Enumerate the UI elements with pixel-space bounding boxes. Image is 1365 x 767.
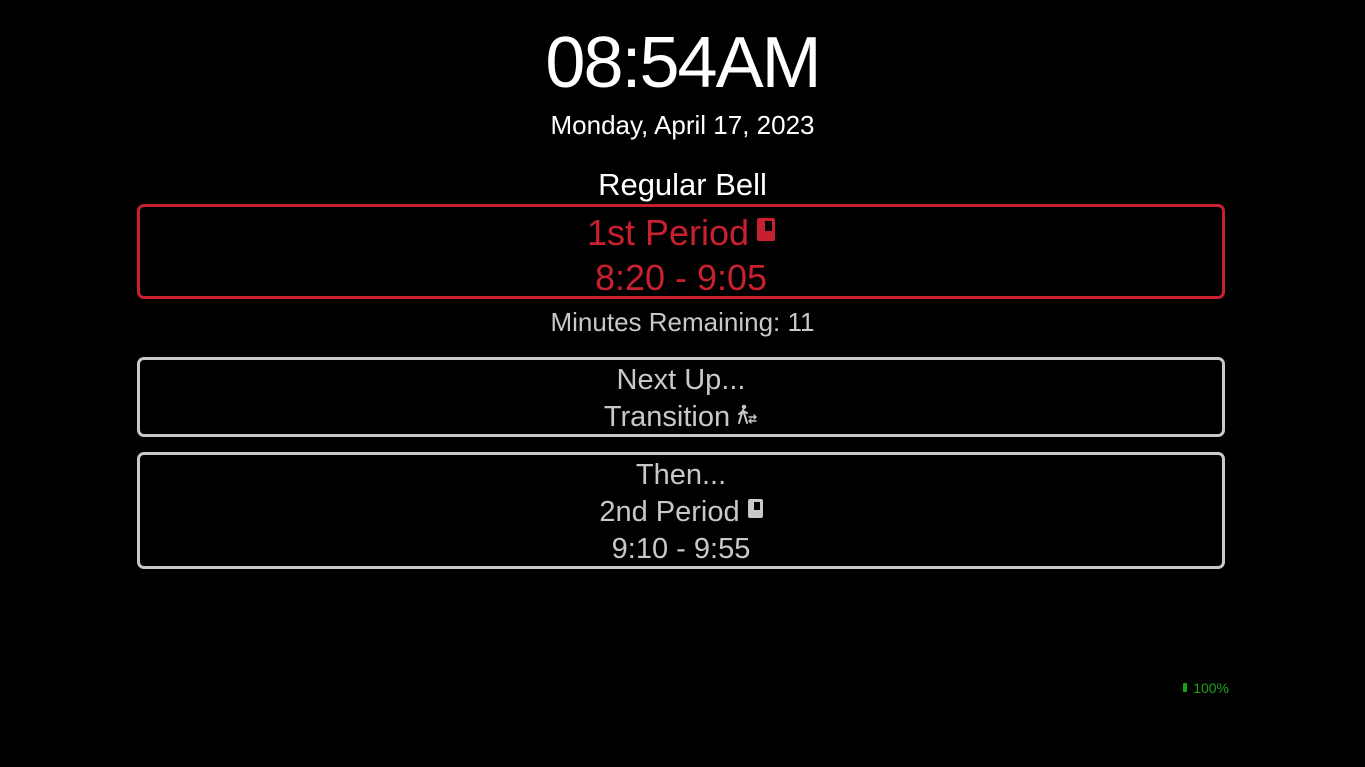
current-period-title: 1st Period <box>140 212 1222 254</box>
battery-icon <box>1183 683 1188 693</box>
battery-level: 100% <box>1193 680 1229 696</box>
next-up-title: Transition <box>140 399 1222 435</box>
then-title: 2nd Period <box>140 494 1222 530</box>
book-icon <box>747 498 763 518</box>
current-period-card: 1st Period 8:20 - 9:05 <box>137 204 1225 299</box>
book-icon <box>757 217 776 241</box>
walking-icon <box>738 405 758 425</box>
next-up-heading: Next Up... <box>616 364 746 396</box>
current-period-name: 1st Period <box>586 212 750 253</box>
then-times: 9:10 - 9:55 <box>611 533 751 565</box>
schedule-name: Regular Bell <box>598 167 767 202</box>
minutes-remaining: Minutes Remaining: 11 <box>550 307 815 337</box>
current-period-times: 8:20 - 9:05 <box>594 257 768 298</box>
bell-schedule-display: 08:54AM Monday, April 17, 2023 Regular B… <box>0 0 1365 767</box>
clock-date: Monday, April 17, 2023 <box>550 110 815 140</box>
next-up-card: Next Up... Transition <box>137 357 1225 437</box>
then-card: Then... 2nd Period 9:10 - 9:55 <box>137 452 1225 569</box>
next-up-name: Transition <box>603 401 731 433</box>
then-name: 2nd Period <box>599 496 740 528</box>
clock-time: 08:54AM <box>545 23 821 103</box>
then-heading: Then... <box>635 459 727 491</box>
battery-status: 100% <box>1183 679 1229 697</box>
